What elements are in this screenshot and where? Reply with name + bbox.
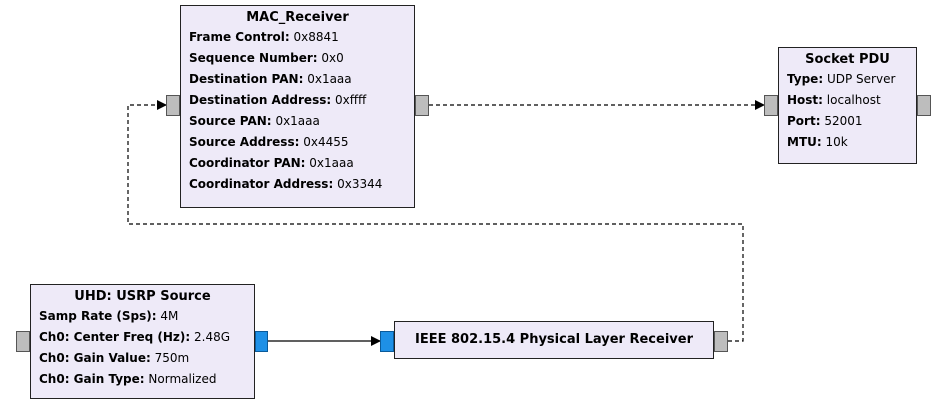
mac-receiver-output-port[interactable] — [415, 95, 429, 116]
param-list: Type: UDP Server Host: localhost Port: 5… — [779, 69, 916, 153]
param-coordinator-pan: Coordinator PAN: 0x1aaa — [189, 156, 354, 170]
param-center-freq: Ch0: Center Freq (Hz): 2.48G — [39, 330, 231, 344]
param-source-address: Source Address: 0x4455 — [189, 135, 349, 149]
phy-receiver-block[interactable]: IEEE 802.15.4 Physical Layer Receiver — [394, 321, 714, 359]
param-sequence-number: Sequence Number: 0x0 — [189, 51, 344, 65]
param-coordinator-address: Coordinator Address: 0x3344 — [189, 177, 383, 191]
param-list: Samp Rate (Sps): 4M Ch0: Center Freq (Hz… — [31, 306, 254, 390]
param-source-pan: Source PAN: 0x1aaa — [189, 114, 320, 128]
block-title: MAC_Receiver — [246, 10, 349, 25]
param-list: Frame Control: 0x8841 Sequence Number: 0… — [181, 27, 414, 195]
mac-receiver-input-port[interactable] — [166, 95, 180, 116]
phy-receiver-input-port[interactable] — [380, 331, 394, 352]
mac-receiver-block[interactable]: MAC_Receiver Frame Control: 0x8841 Seque… — [180, 5, 415, 208]
param-gain-type: Ch0: Gain Type: Normalized — [39, 372, 217, 386]
param-destination-pan: Destination PAN: 0x1aaa — [189, 72, 352, 86]
socket-pdu-input-port[interactable] — [764, 95, 778, 116]
block-title: UHD: USRP Source — [74, 289, 211, 304]
param-mtu: MTU: 10k — [787, 135, 848, 149]
param-port: Port: 52001 — [787, 114, 863, 128]
block-title: IEEE 802.15.4 Physical Layer Receiver — [415, 332, 693, 347]
usrp-source-command-port[interactable] — [16, 331, 30, 352]
param-gain-value: Ch0: Gain Value: 750m — [39, 351, 190, 365]
socket-pdu-output-port[interactable] — [917, 95, 931, 116]
param-type: Type: UDP Server — [787, 72, 896, 86]
usrp-source-block[interactable]: UHD: USRP Source Samp Rate (Sps): 4M Ch0… — [30, 284, 255, 399]
phy-receiver-output-port[interactable] — [714, 331, 728, 352]
usrp-source-output-port[interactable] — [255, 331, 268, 352]
block-title: Socket PDU — [805, 52, 890, 67]
param-host: Host: localhost — [787, 93, 881, 107]
param-frame-control: Frame Control: 0x8841 — [189, 30, 339, 44]
param-samp-rate: Samp Rate (Sps): 4M — [39, 309, 179, 323]
socket-pdu-block[interactable]: Socket PDU Type: UDP Server Host: localh… — [778, 47, 917, 164]
param-destination-address: Destination Address: 0xffff — [189, 93, 367, 107]
